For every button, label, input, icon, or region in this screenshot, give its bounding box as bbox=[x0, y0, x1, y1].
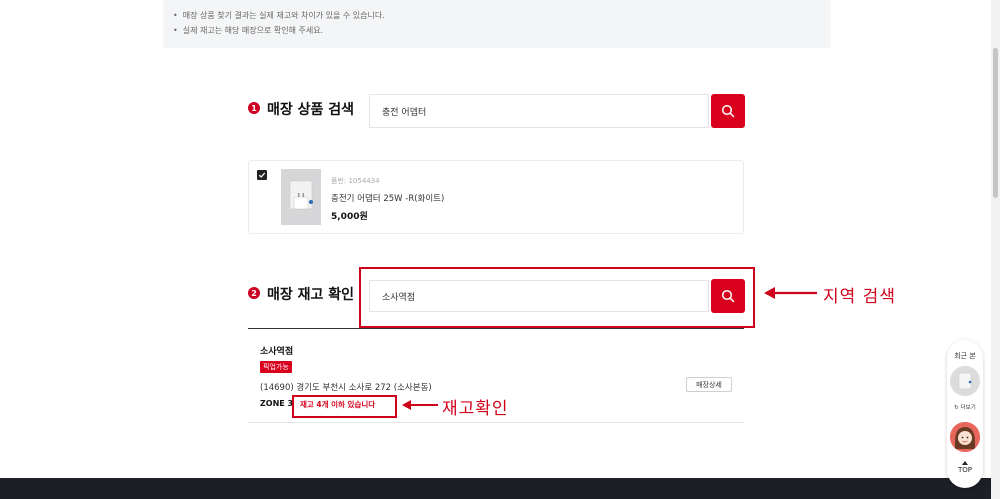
scrollbar-thumb[interactable] bbox=[993, 48, 998, 198]
product-card: 품번: 1054434 충전기 어댑터 25W -R(화이트) 5,000원 bbox=[248, 160, 744, 234]
search-icon bbox=[721, 289, 735, 303]
store-search-input[interactable] bbox=[369, 280, 709, 312]
notice-line-2: 실제 재고는 해당 매장으로 확인해 주세요. bbox=[173, 25, 323, 36]
product-name: 충전기 어댑터 25W -R(화이트) bbox=[331, 194, 445, 204]
chatbot-avatar[interactable] bbox=[950, 422, 980, 452]
stock-status: 재고 4개 이하 있습니다 bbox=[300, 400, 376, 409]
store-zone: ZONE 3 bbox=[260, 399, 294, 408]
more-link[interactable]: ↻ 더보기 bbox=[947, 403, 983, 411]
annotation-arrow-icon bbox=[402, 400, 438, 410]
step-2-badge: 2 bbox=[248, 287, 260, 299]
product-search-input[interactable] bbox=[369, 94, 709, 128]
notice-line-1: 매장 상품 찾기 결과는 실제 재고와 차이가 있을 수 있습니다. bbox=[173, 10, 385, 21]
region-search-annotation: 지역 검색 bbox=[823, 287, 896, 307]
store-address: (14690) 경기도 부천시 소사로 272 (소사본동) bbox=[260, 383, 432, 393]
product-checkbox[interactable] bbox=[257, 170, 267, 180]
footer bbox=[0, 478, 991, 499]
recent-product-thumbnail[interactable] bbox=[950, 366, 980, 396]
pickup-badge: 픽업가능 bbox=[260, 361, 292, 373]
top-button[interactable]: TOP bbox=[947, 466, 983, 474]
charger-image bbox=[950, 366, 980, 396]
arrow-up-icon bbox=[962, 461, 968, 465]
store-search-button[interactable] bbox=[711, 279, 745, 313]
store-detail-button[interactable]: 매장상세 bbox=[686, 377, 732, 392]
search-icon bbox=[721, 104, 735, 118]
step-2-title: 매장 재고 확인 bbox=[267, 287, 355, 303]
product-search-button[interactable] bbox=[711, 94, 745, 128]
charger-image bbox=[281, 169, 321, 225]
step-1-title: 매장 상품 검색 bbox=[267, 102, 355, 118]
step-1-badge: 1 bbox=[248, 102, 260, 114]
results-divider bbox=[248, 328, 744, 329]
store-name: 소사역점 bbox=[260, 347, 294, 357]
product-price: 5,000원 bbox=[331, 212, 368, 222]
notice-box: 매장 상품 찾기 결과는 실제 재고와 차이가 있을 수 있습니다. 실제 재고… bbox=[163, 0, 831, 48]
stock-annotation: 재고확인 bbox=[442, 399, 509, 419]
check-icon bbox=[258, 172, 266, 178]
annotation-arrow-icon bbox=[764, 287, 817, 299]
avatar-icon bbox=[950, 422, 980, 452]
product-code: 품번: 1054434 bbox=[331, 177, 380, 185]
quick-panel: 최근 본 ↻ 더보기 TOP bbox=[947, 340, 983, 488]
row-divider bbox=[248, 422, 744, 423]
recent-viewed-label: 최근 본 bbox=[954, 352, 976, 360]
refresh-icon: ↻ bbox=[954, 405, 959, 411]
product-thumbnail bbox=[281, 169, 321, 225]
